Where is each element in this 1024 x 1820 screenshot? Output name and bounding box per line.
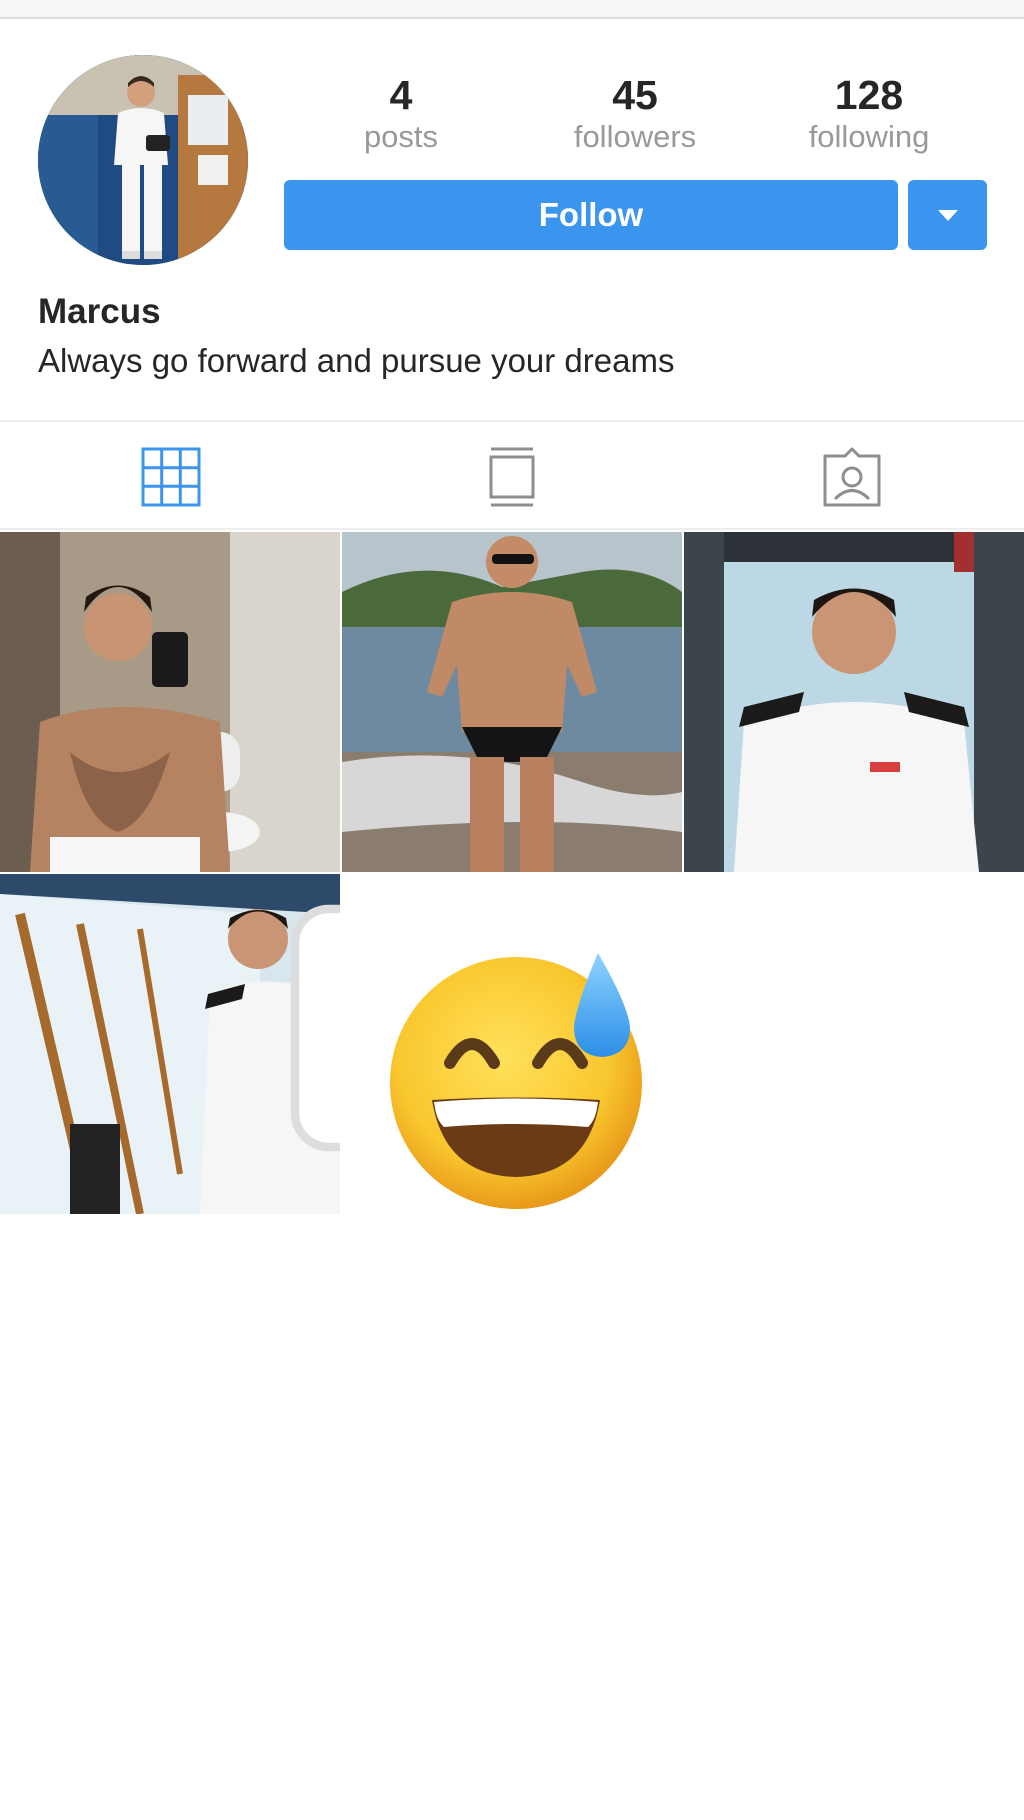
following-count-value: 128 <box>834 72 904 118</box>
grinning-face-with-sweat-emoji <box>388 945 658 1215</box>
post-thumbnail[interactable] <box>684 532 1024 872</box>
follow-button[interactable]: Follow <box>284 180 898 250</box>
multiple-photos-icon <box>290 904 340 1152</box>
following-count[interactable]: 128 following <box>779 72 959 156</box>
emoji-graphic <box>390 953 642 1209</box>
followers-count-value: 45 <box>612 72 658 118</box>
status-bar-strip <box>0 0 1024 19</box>
profile-tabs <box>0 420 1024 530</box>
grid-icon <box>141 447 201 507</box>
post-photo <box>342 532 682 872</box>
posts-count[interactable]: 4 posts <box>311 72 491 156</box>
following-count-label: following <box>808 119 930 154</box>
tab-feed[interactable] <box>481 446 543 508</box>
posts-count-label: posts <box>363 119 439 154</box>
feed-icon <box>489 447 535 507</box>
profile-avatar[interactable] <box>38 55 248 265</box>
post-photo <box>684 532 1024 872</box>
tab-tagged[interactable] <box>821 446 883 508</box>
tagged-icon <box>823 447 881 507</box>
tab-grid[interactable] <box>140 446 202 508</box>
post-thumbnail[interactable] <box>342 532 682 872</box>
avatar-photo <box>38 55 248 265</box>
caret-down-icon <box>938 210 958 221</box>
posts-count-value: 4 <box>389 72 413 118</box>
followers-count-label: followers <box>573 119 697 154</box>
post-thumbnail[interactable] <box>0 874 340 1214</box>
followers-count[interactable]: 45 followers <box>545 72 725 156</box>
post-photo <box>0 532 340 872</box>
post-thumbnail[interactable] <box>0 532 340 872</box>
suggestions-dropdown-button[interactable] <box>908 180 987 250</box>
profile-name: Marcus <box>38 292 161 331</box>
profile-bio: Always go forward and pursue your dreams <box>38 342 675 379</box>
